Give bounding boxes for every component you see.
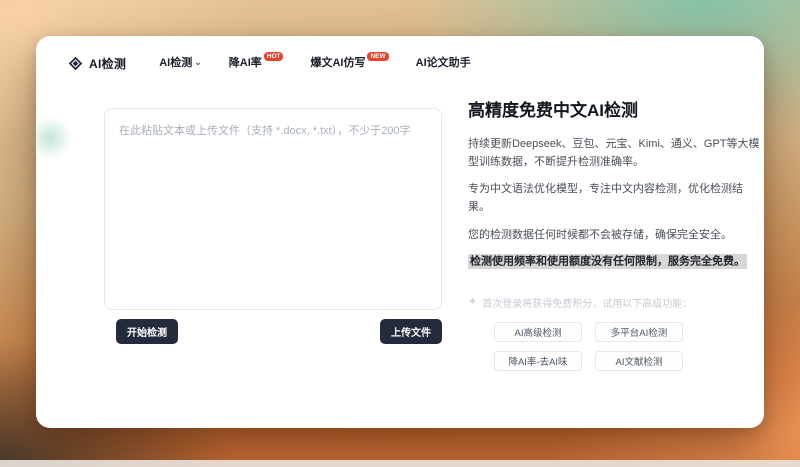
brand-label: AI检测 xyxy=(89,56,127,71)
action-row: 开始检测 上传文件 xyxy=(104,319,442,344)
nav-item-label: 爆文AI仿写 xyxy=(310,57,366,69)
brand[interactable]: AI检测 xyxy=(68,55,126,72)
feature-button-advanced-detection[interactable]: AI高级检测 xyxy=(494,321,582,342)
tip-text: 首次登录将获得免费积分，试用以下高级功能： xyxy=(482,298,693,310)
nav-item-viral-rewrite[interactable]: 爆文AI仿写 NEW xyxy=(310,52,389,70)
intro-panel: 高精度免费中文AI检测 持续更新Deepseek、豆包、元宝、Kimi、通义、G… xyxy=(468,96,764,371)
feature-button-multiplatform-detection[interactable]: 多平台AI检测 xyxy=(595,321,683,342)
gem-icon xyxy=(68,56,83,71)
nav-item-label: AI论文助手 xyxy=(415,57,471,69)
hot-badge: HOT xyxy=(263,52,284,61)
highlight-text: 检测使用频率和使用额度没有任何限制，服务完全免费。 xyxy=(468,254,747,270)
upload-file-button[interactable]: 上传文件 xyxy=(380,319,442,344)
app-card: AI检测 AI检测 ⌄ 降AI率 HOT 爆文AI仿写 NEW AI论文助手 在… xyxy=(28,36,764,428)
intro-paragraph: 专为中文语法优化模型，专注中文内容检测，优化检测结果。 xyxy=(468,183,743,214)
new-badge: NEW xyxy=(367,52,389,61)
sparkle-icon: ✦ xyxy=(468,296,478,309)
nav-menu: AI检测 ⌄ 降AI率 HOT 爆文AI仿写 NEW AI论文助手 xyxy=(159,52,471,70)
chevron-down-icon: ⌄ xyxy=(194,57,202,67)
feature-button-reduce-ai-flavor[interactable]: 降AI率-去AI味 xyxy=(494,350,582,371)
feature-button-grid: AI高级检测 多平台AI检测 降AI率-去AI味 AI文献检测 xyxy=(494,321,764,371)
text-input-area[interactable] xyxy=(104,108,442,310)
nav-item-label: 降AI率 xyxy=(228,57,262,69)
desktop-background: AI检测 AI检测 ⌄ 降AI率 HOT 爆文AI仿写 NEW AI论文助手 在… xyxy=(0,0,800,467)
nav-item-ai-paper-assistant[interactable]: AI论文助手 xyxy=(416,56,471,70)
first-login-tip: ✦ 首次登录将获得免费积分，试用以下高级功能： xyxy=(468,295,764,310)
free-service-highlight: 检测使用频率和使用额度没有任何限制，服务完全免费。 xyxy=(468,253,764,271)
taskbar-strip xyxy=(0,460,800,467)
decorative-glow xyxy=(28,116,72,160)
nav-item-label: AI检测 xyxy=(159,57,193,69)
navbar: AI检测 AI检测 ⌄ 降AI率 HOT 爆文AI仿写 NEW AI论文助手 xyxy=(68,51,732,75)
page-title: 高精度免费中文AI检测 xyxy=(468,101,638,120)
intro-paragraph: 持续更新Deepseek、豆包、元宝、Kimi、通义、GPT等大模型训练数据，不… xyxy=(468,138,760,169)
feature-button-literature-detection[interactable]: AI文献检测 xyxy=(595,350,683,371)
nav-item-ai-detect[interactable]: AI检测 ⌄ xyxy=(159,56,202,70)
nav-item-reduce-ai-rate[interactable]: 降AI率 HOT xyxy=(228,52,284,70)
start-detection-button[interactable]: 开始检测 xyxy=(116,319,178,344)
intro-paragraph: 您的检测数据任何时候都不会被存储，确保完全安全。 xyxy=(468,228,732,241)
